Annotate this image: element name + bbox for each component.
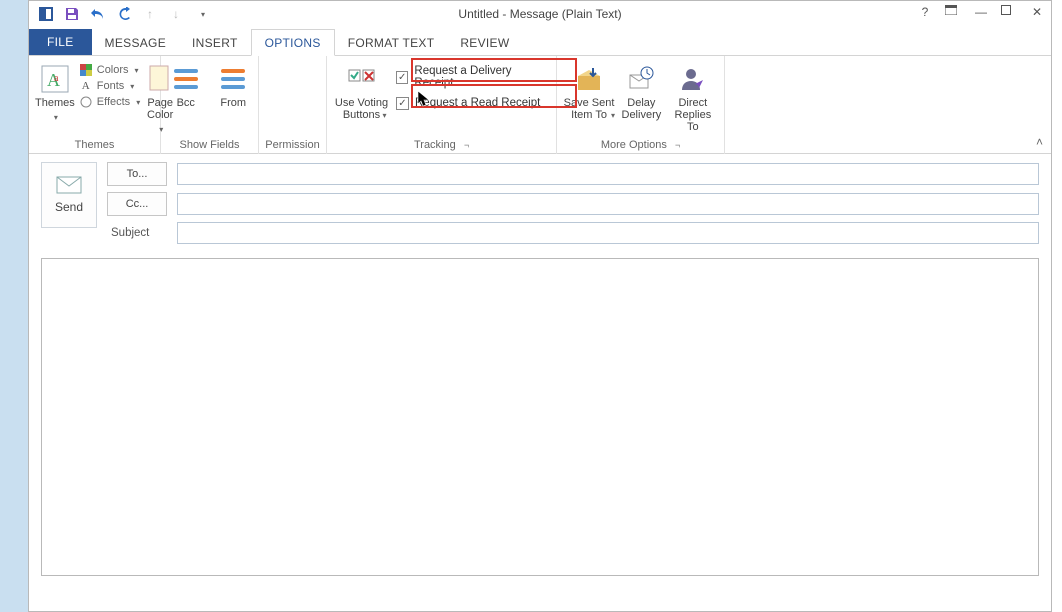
chevron-down-icon (52, 111, 58, 123)
tab-options[interactable]: OPTIONS (251, 29, 335, 56)
direct-replies-icon (677, 63, 709, 95)
themes-label: Themes (35, 97, 75, 109)
bcc-icon (170, 63, 202, 95)
group-label-themes: Themes (35, 137, 154, 154)
fonts-button[interactable]: A Fonts (79, 79, 140, 93)
word-icon (37, 5, 55, 23)
save-sent-label: Save Sent Item To (564, 97, 615, 121)
themes-button[interactable]: Aa Themes (35, 61, 75, 123)
chevron-down-icon (133, 64, 139, 76)
subject-field[interactable] (177, 222, 1039, 244)
effects-button[interactable]: Effects (79, 95, 140, 109)
qat-customize-icon[interactable] (193, 5, 211, 23)
send-button[interactable]: Send (41, 162, 97, 228)
delay-delivery-button[interactable]: Delay Delivery (619, 61, 664, 121)
group-show-fields: Bcc From Show Fields (161, 56, 259, 154)
message-body[interactable] (41, 258, 1039, 576)
effects-label: Effects (97, 96, 130, 108)
minimize-icon[interactable]: — (973, 5, 989, 19)
to-field[interactable] (177, 163, 1039, 185)
svg-text:a: a (54, 73, 59, 84)
themes-icon: Aa (39, 63, 71, 95)
cc-field[interactable] (177, 193, 1039, 215)
compose-area: Send To... Cc... Subject (29, 154, 1051, 576)
close-icon[interactable]: ✕ (1029, 5, 1045, 19)
window-title: Untitled - Message (Plain Text) (458, 7, 621, 21)
bcc-button[interactable]: Bcc (167, 61, 205, 109)
from-button[interactable]: From (215, 61, 253, 109)
quick-access-toolbar: ↑ ↓ (37, 5, 211, 23)
tab-file[interactable]: FILE (29, 28, 92, 55)
undo-icon[interactable] (89, 5, 107, 23)
from-icon (217, 63, 249, 95)
collapse-ribbon-icon[interactable]: ˄ (1036, 135, 1043, 149)
maximize-icon[interactable] (1001, 5, 1017, 19)
save-sent-icon (573, 63, 605, 95)
group-themes: Aa Themes Colors AFonts Effects Page Col… (29, 56, 161, 154)
send-icon (56, 176, 82, 194)
effects-icon (79, 95, 93, 109)
delivery-receipt-label: Request a Delivery Receipt (414, 65, 546, 89)
checkbox-icon (396, 71, 408, 84)
send-label: Send (55, 200, 83, 214)
cc-label: Cc... (126, 198, 149, 210)
chevron-down-icon (128, 80, 134, 92)
group-label-more-options: More Options (563, 137, 718, 154)
to-button[interactable]: To... (107, 162, 167, 186)
ribbon-tabs: FILE MESSAGE INSERT OPTIONS FORMAT TEXT … (29, 29, 1051, 56)
title-bar: ↑ ↓ Untitled - Message (Plain Text) ? — … (29, 1, 1051, 29)
group-label-permission: Permission (265, 137, 320, 154)
group-permission: Permission (259, 56, 327, 154)
direct-replies-button[interactable]: Direct Replies To (668, 61, 718, 133)
voting-buttons[interactable]: Use Voting Buttons (333, 61, 390, 121)
direct-replies-label: Direct Replies To (668, 97, 718, 133)
fonts-label: Fonts (97, 80, 125, 92)
tab-review[interactable]: REVIEW (447, 30, 522, 55)
prev-icon: ↑ (141, 5, 159, 23)
bcc-label: Bcc (177, 97, 195, 109)
delay-icon (625, 63, 657, 95)
subject-label: Subject (107, 227, 167, 239)
colors-button[interactable]: Colors (79, 63, 140, 77)
colors-label: Colors (97, 64, 129, 76)
group-label-show-fields: Show Fields (167, 137, 252, 154)
read-receipt-label: Request a Read Receipt (415, 97, 540, 109)
ribbon-display-icon[interactable] (945, 5, 961, 19)
message-window: ↑ ↓ Untitled - Message (Plain Text) ? — … (28, 0, 1052, 612)
read-receipt-checkbox[interactable]: Request a Read Receipt (392, 93, 550, 113)
tab-format-text[interactable]: FORMAT TEXT (335, 30, 448, 55)
to-label: To... (127, 168, 148, 180)
ribbon: Aa Themes Colors AFonts Effects Page Col… (29, 56, 1051, 154)
colors-icon (79, 63, 93, 77)
background-stripe (0, 0, 28, 612)
group-more-options: Save Sent Item To Delay Delivery Direct … (557, 56, 725, 154)
chevron-down-icon (380, 109, 386, 121)
save-sent-button[interactable]: Save Sent Item To (563, 61, 615, 121)
chevron-down-icon (134, 96, 140, 108)
cc-button[interactable]: Cc... (107, 192, 167, 216)
delivery-receipt-checkbox[interactable]: Request a Delivery Receipt (392, 67, 550, 87)
window-controls: ? — ✕ (917, 5, 1045, 19)
from-label: From (220, 97, 246, 109)
next-icon: ↓ (167, 5, 185, 23)
group-label-tracking: Tracking (333, 137, 550, 154)
save-icon[interactable] (63, 5, 81, 23)
fonts-icon: A (79, 79, 93, 93)
group-tracking: Use Voting Buttons Request a Delivery Re… (327, 56, 557, 154)
voting-icon (346, 63, 378, 95)
redo-icon[interactable] (115, 5, 133, 23)
tab-insert[interactable]: INSERT (179, 30, 251, 55)
help-icon[interactable]: ? (917, 5, 933, 19)
checkbox-icon (396, 97, 409, 110)
delay-label: Delay Delivery (622, 97, 662, 121)
tab-message[interactable]: MESSAGE (92, 30, 179, 55)
chevron-down-icon (609, 109, 615, 121)
themes-sublist: Colors A Fonts Effects (79, 61, 140, 109)
